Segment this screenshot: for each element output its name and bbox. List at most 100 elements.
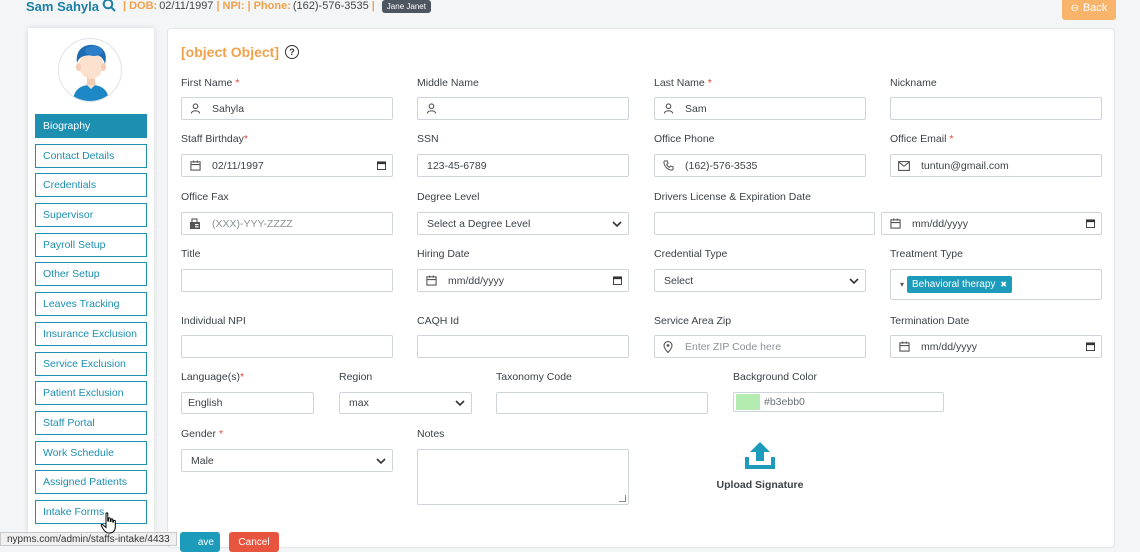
- service-area-zip-field[interactable]: Enter ZIP Code here: [654, 335, 866, 358]
- calendar-picker-icon[interactable]: [1079, 213, 1101, 234]
- language-field[interactable]: English: [181, 392, 314, 414]
- calendar-icon: [418, 270, 444, 291]
- sidebar-item-staff-portal[interactable]: Staff Portal: [35, 410, 147, 435]
- back-arrow-icon: ⊖: [1070, 2, 1079, 14]
- individual-npi-field[interactable]: [181, 335, 393, 358]
- office-email-field[interactable]: tuntun@gmail.com: [890, 154, 1102, 177]
- ssn-field[interactable]: 123-45-6789: [417, 154, 629, 177]
- drivers-license-label: Drivers License & Expiration Date: [654, 191, 811, 203]
- sidebar-item-intake-forms[interactable]: Intake Forms: [35, 499, 147, 524]
- color-swatch[interactable]: [736, 394, 760, 410]
- region-value: max: [349, 397, 369, 409]
- first-name-field[interactable]: Sahyla: [181, 97, 393, 120]
- provider-badge: Jane Janet: [381, 0, 431, 13]
- sidebar-item-credentials[interactable]: Credentials: [35, 173, 147, 198]
- treatment-type-multiselect[interactable]: ▾ Behavioral therapy ✖: [890, 269, 1102, 300]
- caqh-id-label: CAQH Id: [417, 315, 460, 327]
- hiring-date-label: Hiring Date: [417, 248, 470, 260]
- license-expiration-field[interactable]: mm/dd/yyyy: [881, 212, 1102, 235]
- location-pin-icon: [655, 336, 681, 357]
- fax-icon: [182, 213, 208, 234]
- middle-name-label: Middle Name: [417, 77, 479, 89]
- office-fax-label: Office Fax: [181, 191, 229, 203]
- sidebar-item-contact-details[interactable]: Contact Details: [35, 143, 147, 168]
- calendar-icon: [891, 336, 917, 357]
- service-area-zip-placeholder: Enter ZIP Code here: [685, 340, 782, 353]
- help-icon[interactable]: ?: [285, 45, 300, 59]
- middle-name-field[interactable]: [417, 97, 629, 120]
- credential-type-select[interactable]: Select: [654, 269, 866, 292]
- sidebar-item-insurance-exclusion[interactable]: Insurance Exclusion: [35, 321, 147, 346]
- birthday-field[interactable]: 02/11/1997: [181, 154, 393, 177]
- patient-header: Sam Sahyla | DOB: 02/11/1997 | NPI: | Ph…: [26, 0, 431, 16]
- sidebar-item-service-exclusion[interactable]: Service Exclusion: [35, 351, 147, 376]
- title-label: Title: [181, 248, 201, 260]
- office-fax-field[interactable]: (XXX)-YYY-ZZZZ: [181, 212, 393, 235]
- upload-signature[interactable]: Upload Signature: [700, 442, 820, 491]
- save-button[interactable]: ave: [180, 532, 220, 552]
- birthday-value: 02/11/1997: [212, 159, 264, 172]
- degree-level-value: Select a Degree Level: [427, 217, 531, 230]
- hiring-date-field[interactable]: mm/dd/yyyy: [417, 269, 629, 292]
- tag-remove-icon[interactable]: ▾: [900, 280, 904, 289]
- upload-icon[interactable]: [743, 442, 777, 474]
- region-select[interactable]: max: [339, 392, 472, 414]
- chevron-down-icon: [449, 393, 471, 413]
- cancel-button[interactable]: Cancel: [229, 532, 279, 552]
- first-name-label: First Name *: [181, 77, 240, 89]
- office-email-label: Office Email *: [890, 133, 954, 145]
- calendar-picker-icon[interactable]: [606, 270, 628, 291]
- degree-level-label: Degree Level: [417, 191, 480, 203]
- title-field[interactable]: [181, 269, 393, 292]
- office-phone-label: Office Phone: [654, 133, 715, 145]
- sidebar-item-supervisor[interactable]: Supervisor: [35, 203, 147, 228]
- hand-cursor-icon: [100, 512, 116, 534]
- separator: |: [123, 0, 127, 12]
- termination-date-label: Termination Date: [890, 315, 970, 327]
- close-icon[interactable]: ✖: [1000, 280, 1007, 289]
- sidebar-item-other-setup[interactable]: Other Setup: [35, 262, 147, 287]
- language-label: Language(s)*: [181, 371, 245, 383]
- chevron-down-icon: [370, 450, 392, 471]
- sidebar-item-patient-exclusion[interactable]: Patient Exclusion: [35, 381, 147, 406]
- sidebar-item-assigned-patients[interactable]: Assigned Patients: [35, 470, 147, 495]
- last-name-field[interactable]: Sam: [654, 97, 866, 120]
- section-title: [object Object] ?: [181, 44, 300, 60]
- sidebar-item-payroll-setup[interactable]: Payroll Setup: [35, 232, 147, 257]
- taxonomy-code-field[interactable]: [496, 392, 708, 414]
- separator: |: [371, 0, 375, 12]
- license-expiration-placeholder: mm/dd/yyyy: [912, 217, 969, 230]
- degree-level-select[interactable]: Select a Degree Level: [417, 212, 629, 235]
- resize-handle[interactable]: [619, 495, 626, 502]
- treatment-tag[interactable]: Behavioral therapy ✖: [907, 276, 1013, 293]
- birthday-label: Staff Birthday*: [181, 133, 248, 145]
- calendar-picker-icon[interactable]: [370, 155, 392, 176]
- sidebar-item-leaves-tracking[interactable]: Leaves Tracking: [35, 292, 147, 317]
- termination-date-placeholder: mm/dd/yyyy: [921, 340, 978, 353]
- back-button[interactable]: ⊖ Back: [1062, 0, 1116, 20]
- gender-select[interactable]: Male: [181, 449, 393, 472]
- phone-label: Phone:: [253, 0, 291, 12]
- notes-textarea[interactable]: [417, 449, 629, 505]
- background-color-field[interactable]: #b3ebb0: [733, 392, 944, 412]
- termination-date-field[interactable]: mm/dd/yyyy: [890, 335, 1102, 358]
- avatar: [58, 38, 122, 102]
- calendar-icon: [882, 213, 908, 234]
- calendar-icon: [182, 155, 208, 176]
- phone-icon: [655, 155, 681, 176]
- office-phone-field[interactable]: (162)-576-3535: [654, 154, 866, 177]
- treatment-tag-label: Behavioral therapy: [912, 279, 996, 290]
- drivers-license-field[interactable]: [654, 212, 875, 235]
- caqh-id-field[interactable]: [417, 335, 629, 358]
- chevron-down-icon: [606, 213, 628, 234]
- last-name-label: Last Name *: [654, 77, 712, 89]
- patient-name[interactable]: Sam Sahyla: [26, 0, 99, 14]
- sidebar-item-biography[interactable]: Biography: [35, 114, 147, 138]
- nickname-field[interactable]: [890, 97, 1102, 120]
- nickname-label: Nickname: [890, 77, 937, 89]
- npi-label: NPI:: [222, 0, 245, 12]
- ssn-value: 123-45-6789: [427, 159, 487, 172]
- sidebar-item-work-schedule[interactable]: Work Schedule: [35, 440, 147, 465]
- search-icon[interactable]: [102, 0, 116, 15]
- calendar-picker-icon[interactable]: [1079, 336, 1101, 357]
